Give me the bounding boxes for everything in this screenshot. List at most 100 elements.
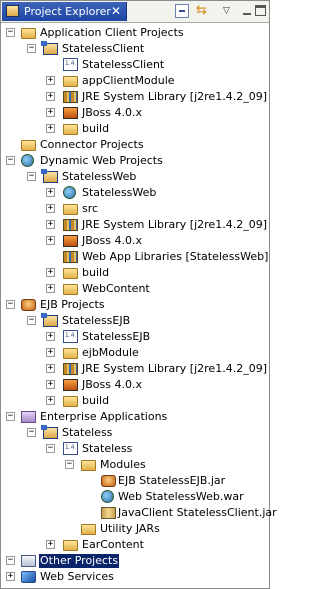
expand-toggle[interactable]: + — [46, 92, 55, 101]
tree-item-module-ejb[interactable]: EJB StatelessEJB.jar — [1, 473, 269, 489]
tree-item-other-projects[interactable]: − Other Projects — [1, 553, 269, 569]
tree-item-web-app-libraries[interactable]: Web App Libraries [StatelessWeb] — [1, 249, 269, 265]
maximize-icon[interactable] — [255, 5, 266, 16]
tree-item-stateless-ear-project[interactable]: − Stateless — [1, 425, 269, 441]
expand-toggle[interactable]: + — [46, 332, 55, 341]
tree-item-stateless-web-project[interactable]: − StatelessWeb — [1, 169, 269, 185]
tree-item-stateless-ear-dd[interactable]: − Stateless — [1, 441, 269, 457]
tree-item-label: JRE System Library [j2re1.4.2_09] — [82, 218, 267, 231]
tree-item-label: Enterprise Applications — [40, 410, 168, 423]
expand-toggle[interactable]: − — [65, 460, 74, 469]
tree-item-enterprise-applications[interactable]: − Enterprise Applications — [1, 409, 269, 425]
tree-item-application-client-projects[interactable]: − Application Client Projects — [1, 25, 269, 41]
tree-item-stateless-web-dd[interactable]: + StatelessWeb — [1, 185, 269, 201]
tree-item-label: EarContent — [82, 538, 144, 551]
view-menu-icon[interactable]: ▽ — [223, 4, 237, 18]
folder-icon — [63, 268, 78, 279]
expand-toggle[interactable]: − — [27, 428, 36, 437]
tree-item-modules[interactable]: − Modules — [1, 457, 269, 473]
tree-item-stateless-client-project[interactable]: − StatelessClient — [1, 41, 269, 57]
tree-item-module-client[interactable]: JavaClient StatelessClient.jar — [1, 505, 277, 521]
expand-toggle[interactable]: + — [46, 188, 55, 197]
expand-toggle[interactable]: − — [6, 28, 15, 37]
library-icon — [63, 363, 78, 375]
tree-item-label: JRE System Library [j2re1.4.2_09] — [82, 90, 267, 103]
expand-toggle[interactable]: + — [46, 348, 55, 357]
tree-item-dynamic-web-projects[interactable]: − Dynamic Web Projects — [1, 153, 269, 169]
tree-item-jre-library[interactable]: + JRE System Library [j2re1.4.2_09] — [1, 89, 269, 105]
expand-toggle[interactable]: + — [46, 124, 55, 133]
deployment-descriptor-icon — [63, 442, 78, 455]
category-folder-icon — [21, 28, 36, 39]
tree-item-ear-content[interactable]: + EarContent — [1, 537, 269, 553]
enterprise-app-icon — [21, 411, 36, 423]
tree-item-ejb-projects[interactable]: − EJB Projects — [1, 297, 269, 313]
tree-item-label: Other Projects — [37, 553, 121, 569]
tree-item-stateless-client-dd[interactable]: StatelessClient — [1, 57, 269, 73]
tree-item-app-client-module[interactable]: + appClientModule — [1, 73, 269, 89]
collapse-all-icon[interactable] — [175, 4, 189, 18]
folder-icon — [63, 540, 78, 551]
expand-toggle[interactable]: + — [46, 220, 55, 229]
tree-item-jboss[interactable]: + JBoss 4.0.x — [1, 377, 269, 393]
tree-item-connector-projects[interactable]: Connector Projects — [1, 137, 269, 153]
close-icon[interactable]: ✕ — [111, 4, 121, 18]
tree-item-stateless-ejb-project[interactable]: − StatelessEJB — [1, 313, 269, 329]
minimize-icon[interactable] — [241, 4, 255, 18]
link-with-editor-icon[interactable]: ⇆ — [196, 4, 210, 18]
tree-item-src[interactable]: + src — [1, 201, 269, 217]
expand-toggle[interactable]: + — [46, 396, 55, 405]
tree-item-utility-jars[interactable]: Utility JARs — [1, 521, 269, 537]
expand-toggle[interactable]: − — [27, 172, 36, 181]
tree-item-label: Stateless — [82, 442, 133, 455]
tree-item-jre-library[interactable]: + JRE System Library [j2re1.4.2_09] — [1, 361, 269, 377]
expand-toggle[interactable]: + — [46, 540, 55, 549]
tree-item-label: Application Client Projects — [40, 26, 184, 39]
tree-item-label: JBoss 4.0.x — [82, 378, 142, 391]
project-explorer-tab[interactable]: Project Explorer ✕ — [2, 2, 127, 21]
expand-toggle[interactable]: − — [6, 156, 15, 165]
expand-toggle[interactable]: − — [6, 556, 15, 565]
tree-item-stateless-ejb-dd[interactable]: + StatelessEJB — [1, 329, 269, 345]
expand-toggle[interactable]: + — [46, 380, 55, 389]
expand-toggle[interactable]: − — [6, 412, 15, 421]
tree-item-label: StatelessClient — [62, 42, 145, 55]
tree-item-label: StatelessEJB — [62, 314, 131, 327]
project-folder-icon — [41, 41, 58, 55]
expand-toggle[interactable]: + — [46, 268, 55, 277]
tree-item-label: JBoss 4.0.x — [82, 106, 142, 119]
expand-toggle[interactable]: + — [46, 76, 55, 85]
tree-item-web-services[interactable]: + Web Services — [1, 569, 269, 585]
project-folder-icon — [41, 169, 58, 183]
source-folder-icon — [63, 76, 78, 87]
tree-item-module-web[interactable]: Web StatelessWeb.war — [1, 489, 269, 505]
tree-item-ejb-module[interactable]: + ejbModule — [1, 345, 269, 361]
tree-item-jboss[interactable]: + JBoss 4.0.x — [1, 105, 269, 121]
tree-item-label: Utility JARs — [100, 522, 160, 535]
web-deployment-descriptor-icon — [63, 186, 76, 199]
tree-item-web-content[interactable]: + WebContent — [1, 281, 269, 297]
library-icon — [63, 91, 78, 103]
expand-toggle[interactable]: − — [46, 444, 55, 453]
tree-item-build[interactable]: + build — [1, 265, 269, 281]
tree-item-label: Dynamic Web Projects — [40, 154, 163, 167]
expand-toggle[interactable]: + — [46, 108, 55, 117]
tree-item-label: src — [82, 202, 99, 215]
expand-toggle[interactable]: − — [27, 44, 36, 53]
tree-item-jre-library[interactable]: + JRE System Library [j2re1.4.2_09] — [1, 217, 269, 233]
expand-toggle[interactable]: + — [46, 284, 55, 293]
tree-item-label: StatelessWeb — [62, 170, 137, 183]
library-icon — [63, 251, 78, 263]
tree-item-build[interactable]: + build — [1, 121, 269, 137]
expand-toggle[interactable]: + — [46, 204, 55, 213]
ejb-bean-icon — [21, 299, 36, 311]
tree-item-build[interactable]: + build — [1, 393, 269, 409]
folder-icon — [81, 460, 96, 471]
expand-toggle[interactable]: + — [6, 572, 15, 581]
expand-toggle[interactable]: + — [46, 236, 55, 245]
expand-toggle[interactable]: − — [27, 316, 36, 325]
tree-item-label: StatelessWeb — [82, 186, 157, 199]
tree-item-jboss[interactable]: + JBoss 4.0.x — [1, 233, 269, 249]
expand-toggle[interactable]: + — [46, 364, 55, 373]
expand-toggle[interactable]: − — [6, 300, 15, 309]
